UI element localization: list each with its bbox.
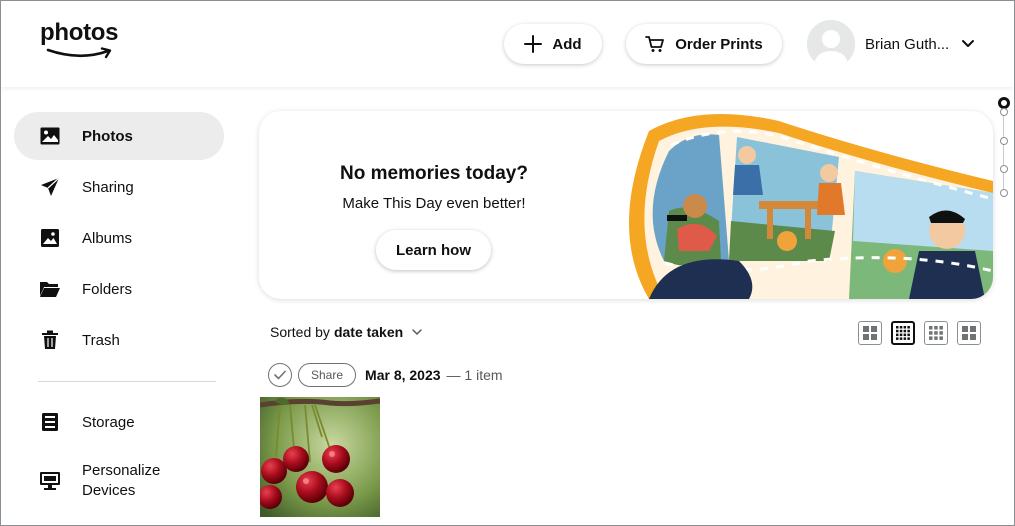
app-window: photos Add Order Prints Brian Guth... Ph…: [0, 0, 1015, 526]
cart-icon: [645, 36, 665, 52]
select-group-checkbox[interactable]: [268, 363, 292, 387]
sidebar-item-storage[interactable]: Storage: [14, 398, 224, 446]
cherries-photo: [260, 397, 380, 517]
trash-icon: [39, 329, 61, 351]
view-size-toggle: [858, 321, 990, 345]
plus-icon: [524, 35, 543, 53]
group-date: Mar 8, 2023: [365, 367, 441, 383]
logo-smile-icon: [46, 47, 112, 59]
sidebar-item-label: Albums: [82, 229, 133, 247]
medium-grid-view-button[interactable]: [924, 321, 948, 345]
sidebar-item-label: Personalize Devices: [82, 461, 160, 501]
paper-plane-icon: [39, 176, 61, 198]
banner-subtitle: Make This Day even better!: [342, 195, 526, 212]
learn-how-button[interactable]: Learn how: [376, 230, 491, 270]
user-menu[interactable]: Brian Guth...: [807, 19, 997, 69]
add-button[interactable]: Add: [504, 24, 602, 64]
monitor-icon: [39, 470, 61, 492]
sidebar-item-personalize-devices[interactable]: Personalize Devices: [14, 457, 224, 505]
large-grid-icon: [863, 326, 877, 340]
group-item-count: — 1 item: [446, 367, 503, 383]
memories-banner: No memories today? Make This Day even be…: [259, 111, 993, 299]
sort-value: date taken: [333, 324, 404, 340]
small-grid-view-button[interactable]: [891, 321, 915, 345]
sidebar-item-label: Sharing: [82, 178, 134, 196]
photo-icon: [39, 125, 61, 147]
scrubber-marker[interactable]: [1000, 165, 1008, 173]
timeline-scrubber[interactable]: [997, 97, 1011, 207]
storage-icon: [39, 411, 61, 433]
photo-thumbnail[interactable]: [260, 397, 380, 517]
sort-dropdown[interactable]: Sorted by date taken: [270, 324, 423, 340]
date-group-header: Share Mar 8, 2023 — 1 item: [268, 363, 503, 387]
avatar: [807, 20, 855, 68]
checkmark-icon: [274, 370, 286, 380]
sidebar-item-label: Photos: [82, 127, 133, 145]
sidebar-item-label: Trash: [82, 331, 120, 349]
top-header: photos Add Order Prints Brian Guth...: [1, 1, 1014, 87]
sidebar-item-albums[interactable]: Albums: [14, 214, 224, 262]
sidebar: Photos Sharing Albums Folders Trash Stor…: [1, 87, 241, 525]
sidebar-item-label-line1: Personalize: [82, 462, 161, 479]
logo-text: photos: [40, 19, 119, 46]
chevron-down-icon: [962, 40, 975, 47]
tile-grid-icon: [962, 326, 976, 340]
sort-prefix: Sorted by: [270, 324, 330, 340]
sidebar-item-label-line2: Devices: [82, 482, 136, 499]
amazon-photos-logo[interactable]: photos: [40, 21, 120, 65]
filmstrip-illustration: [629, 113, 993, 299]
sidebar-item-photos[interactable]: Photos: [14, 112, 224, 160]
add-button-label: Add: [552, 35, 582, 53]
sidebar-item-label: Storage: [82, 413, 135, 431]
user-name: Brian Guth...: [865, 35, 950, 53]
sidebar-item-trash[interactable]: Trash: [14, 316, 224, 364]
sidebar-item-folders[interactable]: Folders: [14, 265, 224, 313]
sidebar-item-label: Folders: [82, 280, 133, 298]
default-avatar-icon: [807, 20, 855, 68]
folder-icon: [39, 278, 61, 300]
order-prints-label: Order Prints: [675, 35, 763, 53]
scrubber-marker[interactable]: [1000, 108, 1008, 116]
chevron-down-icon: [412, 329, 422, 336]
sidebar-item-sharing[interactable]: Sharing: [14, 163, 224, 211]
small-grid-icon: [896, 326, 910, 340]
scrubber-marker[interactable]: [1000, 189, 1008, 197]
sidebar-divider: [38, 381, 216, 382]
medium-grid-icon: [929, 326, 943, 340]
share-group-button[interactable]: Share: [298, 363, 357, 387]
tile-grid-view-button[interactable]: [957, 321, 981, 345]
album-icon: [39, 227, 61, 249]
large-grid-view-button[interactable]: [858, 321, 882, 345]
order-prints-button[interactable]: Order Prints: [626, 24, 782, 64]
banner-title: No memories today?: [340, 163, 528, 184]
scrubber-marker[interactable]: [1000, 137, 1008, 145]
